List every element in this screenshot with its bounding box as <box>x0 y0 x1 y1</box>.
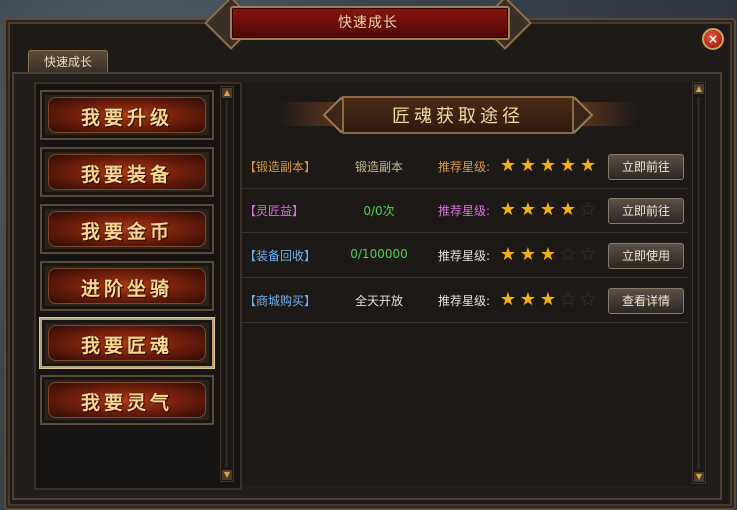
scroll-up-icon[interactable]: ▲ <box>694 84 704 94</box>
row-action-button[interactable]: 查看详情 <box>608 288 684 314</box>
content-scrollbar[interactable]: ▲ ▼ <box>692 82 706 484</box>
menu-item-label: 我要装备 <box>80 164 173 186</box>
scroll-track[interactable] <box>225 101 228 467</box>
menu-item-label: 我要匠魂 <box>80 335 173 357</box>
recommend-label: 推荐星级: <box>438 160 491 174</box>
scroll-up-icon[interactable]: ▲ <box>222 88 232 98</box>
category-menu: 我要升级 我要装备 我要金币 进阶坐骑 我要匠魂 我要灵气 ▲ ▼ <box>34 82 242 490</box>
star-filled-icon: ★ <box>519 289 537 310</box>
source-value: 0/100000 <box>350 247 408 261</box>
scroll-down-icon[interactable]: ▼ <box>222 470 232 480</box>
recommend-label: 推荐星级: <box>438 204 491 218</box>
source-label: 【灵匠益】 <box>244 204 305 218</box>
title-plate: 快速成长 <box>200 0 536 50</box>
acquisition-row: 【商城购买】 全天开放 推荐星级: ★ ★ ★ ★ ★ 查看详情 <box>242 280 688 323</box>
star-filled-icon: ★ <box>579 155 597 176</box>
acquisition-row: 【锻造副本】 锻造副本 推荐星级: ★ ★ ★ ★ ★ 立即前往 <box>242 146 688 189</box>
star-empty-icon: ★ <box>579 199 597 220</box>
star-empty-icon: ★ <box>579 289 597 310</box>
recommend-label: 推荐星级: <box>438 294 491 308</box>
menu-item-label: 我要灵气 <box>80 392 173 414</box>
source-value: 全天开放 <box>354 294 403 308</box>
row-action-button[interactable]: 立即前往 <box>608 154 684 180</box>
menu-item-label: 我要金币 <box>80 221 173 243</box>
row-action-button[interactable]: 立即使用 <box>608 243 684 269</box>
star-filled-icon: ★ <box>499 289 517 310</box>
menu-item-label: 进阶坐骑 <box>80 278 173 300</box>
star-filled-icon: ★ <box>539 244 557 265</box>
star-filled-icon: ★ <box>539 289 557 310</box>
window-title: 快速成长 <box>338 15 398 31</box>
star-rating: ★ ★ ★ ★ ★ <box>498 290 598 310</box>
star-filled-icon: ★ <box>519 155 537 176</box>
source-value: 0/0次 <box>363 204 395 218</box>
star-filled-icon: ★ <box>499 244 517 265</box>
menu-item-gold[interactable]: 我要金币 <box>40 204 214 254</box>
star-filled-icon: ★ <box>559 199 577 220</box>
star-empty-icon: ★ <box>579 244 597 265</box>
source-label: 【装备回收】 <box>244 249 317 263</box>
menu-scrollbar[interactable]: ▲ ▼ <box>220 86 234 482</box>
scroll-down-icon[interactable]: ▼ <box>694 472 704 482</box>
acquisition-row: 【灵匠益】 0/0次 推荐星级: ★ ★ ★ ★ ★ 立即前往 <box>242 190 688 233</box>
menu-item-label: 我要升级 <box>80 107 173 129</box>
star-empty-icon: ★ <box>559 244 577 265</box>
close-button[interactable]: × <box>702 28 724 50</box>
source-label: 【商城购买】 <box>244 294 317 308</box>
recommend-label: 推荐星级: <box>438 249 491 263</box>
star-filled-icon: ★ <box>559 155 577 176</box>
star-filled-icon: ★ <box>499 155 517 176</box>
acquisition-panel: 匠魂获取途径 【锻造副本】 锻造副本 推荐星级: ★ ★ ★ ★ ★ 立即前往 【灵匠益】 0/0次… <box>242 82 708 486</box>
star-filled-icon: ★ <box>499 199 517 220</box>
star-filled-icon: ★ <box>519 199 537 220</box>
menu-item-equipment[interactable]: 我要装备 <box>40 147 214 197</box>
section-banner: 匠魂获取途径 <box>278 96 638 134</box>
menu-item-mount[interactable]: 进阶坐骑 <box>40 261 214 311</box>
tab-quick-growth[interactable]: 快速成长 <box>28 50 108 73</box>
section-title: 匠魂获取途径 <box>392 106 524 127</box>
star-rating: ★ ★ ★ ★ ★ <box>498 156 598 176</box>
star-rating: ★ ★ ★ ★ ★ <box>498 245 598 265</box>
row-action-button[interactable]: 立即前往 <box>608 198 684 224</box>
scroll-track[interactable] <box>697 97 700 469</box>
source-label: 【锻造副本】 <box>244 160 317 174</box>
star-filled-icon: ★ <box>539 199 557 220</box>
star-empty-icon: ★ <box>559 289 577 310</box>
star-filled-icon: ★ <box>539 155 557 176</box>
source-value: 锻造副本 <box>354 160 403 174</box>
acquisition-row: 【装备回收】 0/100000 推荐星级: ★ ★ ★ ★ ★ 立即使用 <box>242 235 688 278</box>
menu-item-craft-soul[interactable]: 我要匠魂 <box>40 318 214 368</box>
star-rating: ★ ★ ★ ★ ★ <box>498 200 598 220</box>
menu-item-level-up[interactable]: 我要升级 <box>40 90 214 140</box>
star-filled-icon: ★ <box>519 244 537 265</box>
menu-item-spirit[interactable]: 我要灵气 <box>40 375 214 425</box>
